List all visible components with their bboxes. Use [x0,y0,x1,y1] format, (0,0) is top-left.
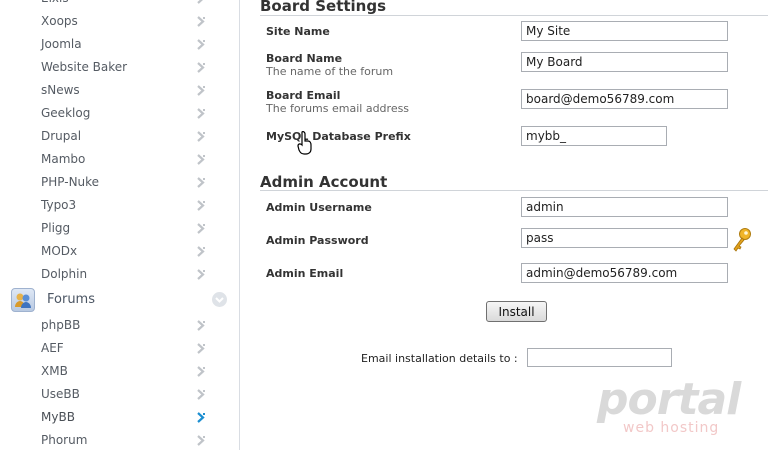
chevron-right-icon [196,434,207,447]
board-email-input[interactable] [521,89,728,109]
sidebar-item-dolphin[interactable]: Dolphin [0,263,239,286]
chevron-right-icon [196,107,207,120]
board-email-description: The forums email address [266,102,410,115]
section-divider [260,15,768,16]
email-details-label: Email installation details to : [361,352,518,365]
sidebar-item-usebb[interactable]: UseBB [0,383,239,406]
chevron-right-icon [196,411,207,424]
chevron-right-icon [196,153,207,166]
chevron-right-icon [196,15,207,28]
sidebar-item-elxis[interactable]: Elxis [0,0,239,10]
key-icon[interactable] [731,227,753,253]
install-button[interactable]: Install [486,301,547,322]
sidebar-item-label: sNews [41,83,80,97]
chevron-right-icon [196,84,207,97]
sidebar-item-label: Dolphin [41,267,88,281]
sidebar-item-label: Pligg [41,221,71,235]
sidebar-category-forums[interactable]: Forums [0,286,239,314]
forums-icon [11,288,35,312]
sidebar-item-label: Website Baker [41,60,128,74]
sidebar-item-label: Xoops [41,14,78,28]
sidebar-item-mybb[interactable]: MyBB [0,406,239,429]
sidebar-item-typo3[interactable]: Typo3 [0,194,239,217]
chevron-right-icon [196,268,207,281]
sidebar-item-label: Typo3 [41,198,77,212]
sidebar-item-website-baker[interactable]: Website Baker [0,56,239,79]
sidebar-item-mambo[interactable]: Mambo [0,148,239,171]
chevron-right-icon [196,61,207,74]
sidebar-item-snews[interactable]: sNews [0,79,239,102]
sidebar: Elxis Xoops Joomla Website Baker sNews Geeklo… [0,0,240,450]
email-details-input[interactable] [527,348,672,367]
sidebar-item-drupal[interactable]: Drupal [0,125,239,148]
sidebar-item-php-nuke[interactable]: PHP-Nuke [0,171,239,194]
chevron-right-icon [196,388,207,401]
chevron-right-icon [196,0,207,5]
sidebar-item-label: Geeklog [41,106,91,120]
section-title-admin-account: Admin Account [260,173,388,191]
board-name-input[interactable] [521,52,728,72]
sidebar-item-label: MODx [41,244,78,258]
sidebar-category-label: Forums [47,292,95,307]
sidebar-item-geeklog[interactable]: Geeklog [0,102,239,125]
chevron-right-icon [196,130,207,143]
sidebar-item-label: UseBB [41,387,80,401]
chevron-right-icon [196,319,207,332]
sidebar-item-phorum[interactable]: Phorum [0,429,239,450]
sidebar-item-label: Phorum [41,433,88,447]
sidebar-item-modx[interactable]: MODx [0,240,239,263]
sidebar-item-label: MyBB [41,410,75,424]
admin-email-label: Admin Email [266,267,344,280]
admin-password-input[interactable] [521,228,728,248]
sidebar-item-label: PHP-Nuke [41,175,100,189]
chevron-right-icon [196,245,207,258]
sidebar-item-pligg[interactable]: Pligg [0,217,239,240]
chevron-right-icon [196,38,207,51]
chevron-down-icon[interactable] [212,292,227,307]
chevron-right-icon [196,222,207,235]
sidebar-item-joomla[interactable]: Joomla [0,33,239,56]
sidebar-item-phpbb[interactable]: phpBB [0,314,239,337]
chevron-right-icon [196,176,207,189]
board-name-label: Board Name [266,52,343,65]
admin-email-input[interactable] [521,263,728,283]
chevron-right-icon [196,342,207,355]
sidebar-item-label: phpBB [41,318,81,332]
sidebar-item-label: Drupal [41,129,82,143]
chevron-right-icon [196,365,207,378]
site-name-label: Site Name [266,25,330,38]
db-prefix-label: MySQL Database Prefix [266,130,411,143]
logo-tagline: web hosting [623,420,720,436]
chevron-right-icon [196,199,207,212]
portal-logo: portal web hosting [597,374,747,442]
admin-username-input[interactable] [521,197,728,217]
board-email-label: Board Email [266,89,341,102]
admin-password-label: Admin Password [266,234,369,247]
sidebar-item-label: AEF [41,341,64,355]
sidebar-item-aef[interactable]: AEF [0,337,239,360]
sidebar-item-xmb[interactable]: XMB [0,360,239,383]
section-divider [260,190,768,191]
sidebar-item-xoops[interactable]: Xoops [0,10,239,33]
mouse-cursor-icon [297,131,313,155]
sidebar-item-label: XMB [41,364,68,378]
board-name-description: The name of the forum [266,65,394,78]
logo-brand-text: portal [597,374,741,425]
db-prefix-input[interactable] [521,126,667,146]
site-name-input[interactable] [521,21,728,41]
section-title-board-settings: Board Settings [260,0,387,15]
sidebar-item-label: Joomla [41,37,82,51]
sidebar-item-label: Elxis [41,0,69,5]
sidebar-item-label: Mambo [41,152,86,166]
admin-username-label: Admin Username [266,201,372,214]
